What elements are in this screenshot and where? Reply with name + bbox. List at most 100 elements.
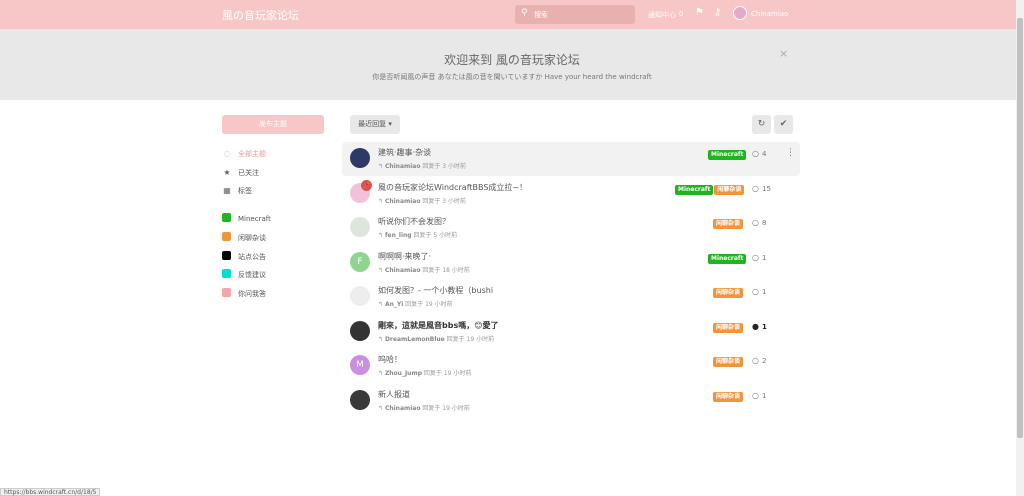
reply-count: ○ 1 xyxy=(752,287,766,296)
reply-icon: ↰ xyxy=(378,197,385,205)
refresh-button[interactable]: ↻ xyxy=(752,115,771,134)
more-options-icon[interactable]: ⋮ xyxy=(786,148,795,158)
avatar[interactable] xyxy=(350,320,370,341)
discussion-title[interactable]: 風の音玩家论坛WindcraftBBS成立拉~！ xyxy=(378,182,527,193)
tag-badge[interactable]: Minecraft xyxy=(708,150,747,160)
discussion-title[interactable]: 听说你们不会发图？ xyxy=(378,216,450,227)
flag-icon[interactable]: ⚑ xyxy=(695,7,704,18)
nav-tag-qa[interactable]: 你问我答 xyxy=(222,288,266,300)
tag-group: 闲聊杂谈 xyxy=(713,322,744,333)
reply-icon: ↰ xyxy=(378,266,385,274)
username[interactable]: Chinamiao xyxy=(751,10,788,18)
nav-tag-chat[interactable]: 闲聊杂谈 xyxy=(222,232,266,244)
discussion-row[interactable]: 剛來，這就是風音bbs嗎，😊愛了 ↰ DreamLemonBlue 回复于 19 … xyxy=(342,315,800,349)
notification-center-label[interactable]: 通知中心 xyxy=(648,10,676,20)
key-icon[interactable]: ⚷ xyxy=(714,7,721,18)
reply-username[interactable]: DreamLemonBlue xyxy=(385,336,445,343)
discussion-row[interactable]: F 啊啊啊·来晚了· ↰ Chinamiao 回复于 18 小时前 Minecraft… xyxy=(342,246,800,280)
discussion-title[interactable]: 如何发图？- 一个小教程（bushi xyxy=(378,285,493,296)
status-url: https://bbs.windcraft.cn/d/18/5 xyxy=(0,488,101,496)
discussion-meta: ↰ Chinamiao 回复于 19 小时前 xyxy=(378,403,470,412)
user-avatar[interactable] xyxy=(733,6,747,20)
reply-count: ○ 1 xyxy=(752,391,766,400)
nav-tag-announcements[interactable]: 站点公告 xyxy=(222,251,266,263)
discussion-row[interactable]: 📌 風の音玩家论坛WindcraftBBS成立拉~！ ↰ Chinamiao 回复于… xyxy=(342,177,800,211)
comment-icon: ○ xyxy=(752,287,759,296)
reply-icon: ↰ xyxy=(378,301,385,308)
forum-brand-link[interactable]: 風の音玩家论坛 xyxy=(222,7,299,23)
sort-dropdown[interactable]: 最近回复 ▾ xyxy=(350,115,400,134)
discussion-meta: ↰ Chinamiao 回复于 3 小时前 xyxy=(378,161,466,170)
reply-count-value: 15 xyxy=(761,184,771,193)
reply-time: 回复于 19 小时前 xyxy=(420,404,470,412)
reply-icon: ↰ xyxy=(378,370,385,377)
reply-count: ○ 1 xyxy=(752,253,766,262)
chevron-down-icon: ▾ xyxy=(388,120,392,128)
tag-badge[interactable]: 闲聊杂谈 xyxy=(713,322,744,333)
tag-badge[interactable]: 闲聊杂谈 xyxy=(714,184,745,195)
top-header: 風の音玩家论坛 ⚲ 搜索 通知中心 0 ⚑ ⚷ Chinamiao xyxy=(0,0,1024,29)
scrollbar-thumb[interactable] xyxy=(1017,18,1023,438)
tag-color-square xyxy=(222,213,231,222)
discussion-title[interactable]: 呜哈！ xyxy=(378,354,402,365)
nav-tags[interactable]: ▦ 标签 xyxy=(222,185,252,197)
discussion-meta: ↰ Chinamiao 回复于 18 小时前 xyxy=(378,265,470,274)
tag-badge[interactable]: Minecraft xyxy=(675,184,714,195)
discussion-row[interactable]: 新人报道 ↰ Chinamiao 回复于 19 小时前 闲聊杂谈 ○ 1 xyxy=(342,384,800,418)
nav-all-discussions[interactable]: ◌ 全部主题 xyxy=(222,148,267,160)
comments-icon: ◌ xyxy=(223,149,231,158)
search-box[interactable]: ⚲ 搜索 xyxy=(515,5,635,24)
nav-following[interactable]: ★ 已关注 xyxy=(222,167,259,179)
search-icon: ⚲ xyxy=(521,8,528,18)
discussion-row[interactable]: M 呜哈！ ↰ Zhou_Jump 回复于 19 小时前 闲聊杂谈 ○ 2 xyxy=(342,349,800,383)
close-icon[interactable]: × xyxy=(779,47,788,60)
reply-icon: ↰ xyxy=(378,404,385,412)
avatar[interactable] xyxy=(350,286,370,306)
reply-count: ○ 8 xyxy=(752,218,766,227)
new-discussion-button[interactable]: 发布主题 xyxy=(222,115,324,134)
reply-icon: ↰ xyxy=(378,232,385,239)
reply-username[interactable]: Chinamiao xyxy=(385,267,421,274)
mark-all-read-button[interactable]: ✔ xyxy=(774,115,793,134)
reply-count: ○ 2 xyxy=(752,356,766,365)
search-placeholder: 搜索 xyxy=(534,11,548,19)
tag-badge[interactable]: 闲聊杂谈 xyxy=(713,357,744,367)
reply-username[interactable]: Chinamiao xyxy=(385,405,421,412)
tag-badge[interactable]: Minecraft xyxy=(708,253,747,264)
tag-color-square xyxy=(222,269,231,278)
tag-badge[interactable]: 闲聊杂谈 xyxy=(713,391,744,402)
comment-icon: ● xyxy=(752,321,759,331)
tag-group: Minecraft xyxy=(708,253,747,264)
avatar[interactable] xyxy=(350,389,370,410)
reply-count: ○ 4 xyxy=(752,149,766,158)
discussion-title[interactable]: 新人报道 xyxy=(378,389,410,400)
discussion-row[interactable]: 建筑·趣事·杂谈 ↰ Chinamiao 回复于 3 小时前 Minecraft ○ 4… xyxy=(342,142,800,176)
tag-badge[interactable]: 闲聊杂谈 xyxy=(713,288,744,298)
reply-username[interactable]: Chinamiao xyxy=(385,198,421,205)
comment-icon: ○ xyxy=(752,252,759,262)
reply-time: 回复于 3 小时前 xyxy=(420,163,467,170)
discussion-title[interactable]: 建筑·趣事·杂谈 xyxy=(378,147,431,158)
avatar[interactable] xyxy=(350,148,370,168)
discussion-title[interactable]: 剛來，這就是風音bbs嗎，😊愛了 xyxy=(378,320,499,331)
avatar[interactable]: M xyxy=(350,355,370,375)
reply-username[interactable]: Chinamiao xyxy=(385,163,421,170)
tag-group: 闲聊杂谈 xyxy=(713,391,744,402)
reply-username[interactable]: Zhou_Jump xyxy=(385,370,422,377)
discussion-meta: ↰ fen_ling 回复于 5 小时前 xyxy=(378,230,457,239)
nav-tag-minecraft[interactable]: Minecraft xyxy=(222,213,271,225)
reply-username[interactable]: An_Yi xyxy=(385,301,403,308)
pin-icon: 📌 xyxy=(361,179,372,191)
nav-tag-feedback[interactable]: 反馈建议 xyxy=(222,269,266,281)
tag-group: 闲聊杂谈 xyxy=(713,219,744,229)
discussion-row[interactable]: 如何发图？- 一个小教程（bushi ↰ An_Yi 回复于 19 小时前 闲聊杂谈… xyxy=(342,280,800,314)
discussion-row[interactable]: 听说你们不会发图？ ↰ fen_ling 回复于 5 小时前 闲聊杂谈 ○ 8 xyxy=(342,211,800,245)
discussion-title[interactable]: 啊啊啊·来晚了· xyxy=(378,251,431,262)
welcome-hero: 欢迎来到 風の音玩家论坛 你是否听闻風の声音 あなたは風の音を聞いていますか H… xyxy=(0,29,1024,100)
tag-badge[interactable]: 闲聊杂谈 xyxy=(713,219,744,229)
avatar[interactable] xyxy=(350,217,370,237)
reply-time: 回复于 5 小时前 xyxy=(411,232,458,239)
avatar[interactable]: F xyxy=(350,251,370,272)
reply-username[interactable]: fen_ling xyxy=(385,232,412,239)
discussion-meta: ↰ Zhou_Jump 回复于 19 小时前 xyxy=(378,368,471,377)
